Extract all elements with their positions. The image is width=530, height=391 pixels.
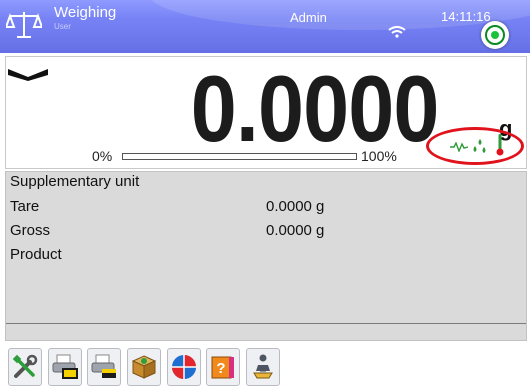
weight-value: 0.0000 [191, 56, 440, 161]
info-panel: Supplementary unit Tare 0.0000 g Gross 0… [5, 171, 527, 341]
printer-footer-icon [91, 354, 116, 378]
scale-profile-icon [253, 354, 273, 379]
svg-text:?: ? [216, 360, 225, 377]
thermometer-icon [496, 134, 504, 156]
indicator-highlight [426, 127, 524, 165]
status-dot [491, 31, 499, 39]
print-footer-button[interactable] [87, 348, 121, 386]
panel-divider [6, 323, 526, 324]
info-value-gross: 0.0000 g [266, 222, 325, 239]
statistics-button[interactable] [167, 348, 201, 386]
help-book-icon: ? [211, 356, 234, 379]
tools-button[interactable] [8, 348, 42, 386]
title-bar: Weighing User Admin 14:11:16 [0, 0, 530, 53]
info-label-tare: Tare [10, 198, 40, 215]
info-label-product: Product [10, 246, 62, 263]
load-bar-max-label: 100% [361, 148, 397, 164]
clock: 14:11:16 [441, 9, 491, 24]
load-bar [122, 153, 357, 160]
logged-user[interactable]: Admin [290, 10, 327, 25]
status-ok-icon[interactable] [481, 21, 509, 49]
weighing-display[interactable]: 0.0000 g 0% 100% [5, 56, 527, 169]
info-label-gross: Gross [10, 222, 51, 239]
printer-header-icon [52, 354, 78, 379]
vibration-icon [450, 142, 468, 152]
info-label-supplementary-unit: Supplementary unit [10, 173, 140, 190]
info-value-tare: 0.0000 g [266, 198, 325, 215]
product-button[interactable] [127, 348, 161, 386]
scale-icon[interactable] [6, 10, 42, 40]
pie-chart-icon [172, 355, 196, 379]
print-header-button[interactable] [48, 348, 82, 386]
product-box-icon [131, 355, 157, 379]
wifi-icon [388, 26, 406, 38]
humidity-drops-icon [473, 139, 486, 153]
stability-marker-icon [8, 69, 48, 81]
user-role-label: User [54, 22, 71, 31]
help-button[interactable]: ? [206, 348, 240, 386]
scale-profile-button[interactable] [246, 348, 280, 386]
tools-icon [12, 354, 38, 378]
bottom-toolbar: ? [0, 344, 530, 391]
load-bar-min-label: 0% [92, 148, 113, 164]
status-ring [485, 25, 505, 45]
app-title: Weighing [54, 4, 117, 21]
